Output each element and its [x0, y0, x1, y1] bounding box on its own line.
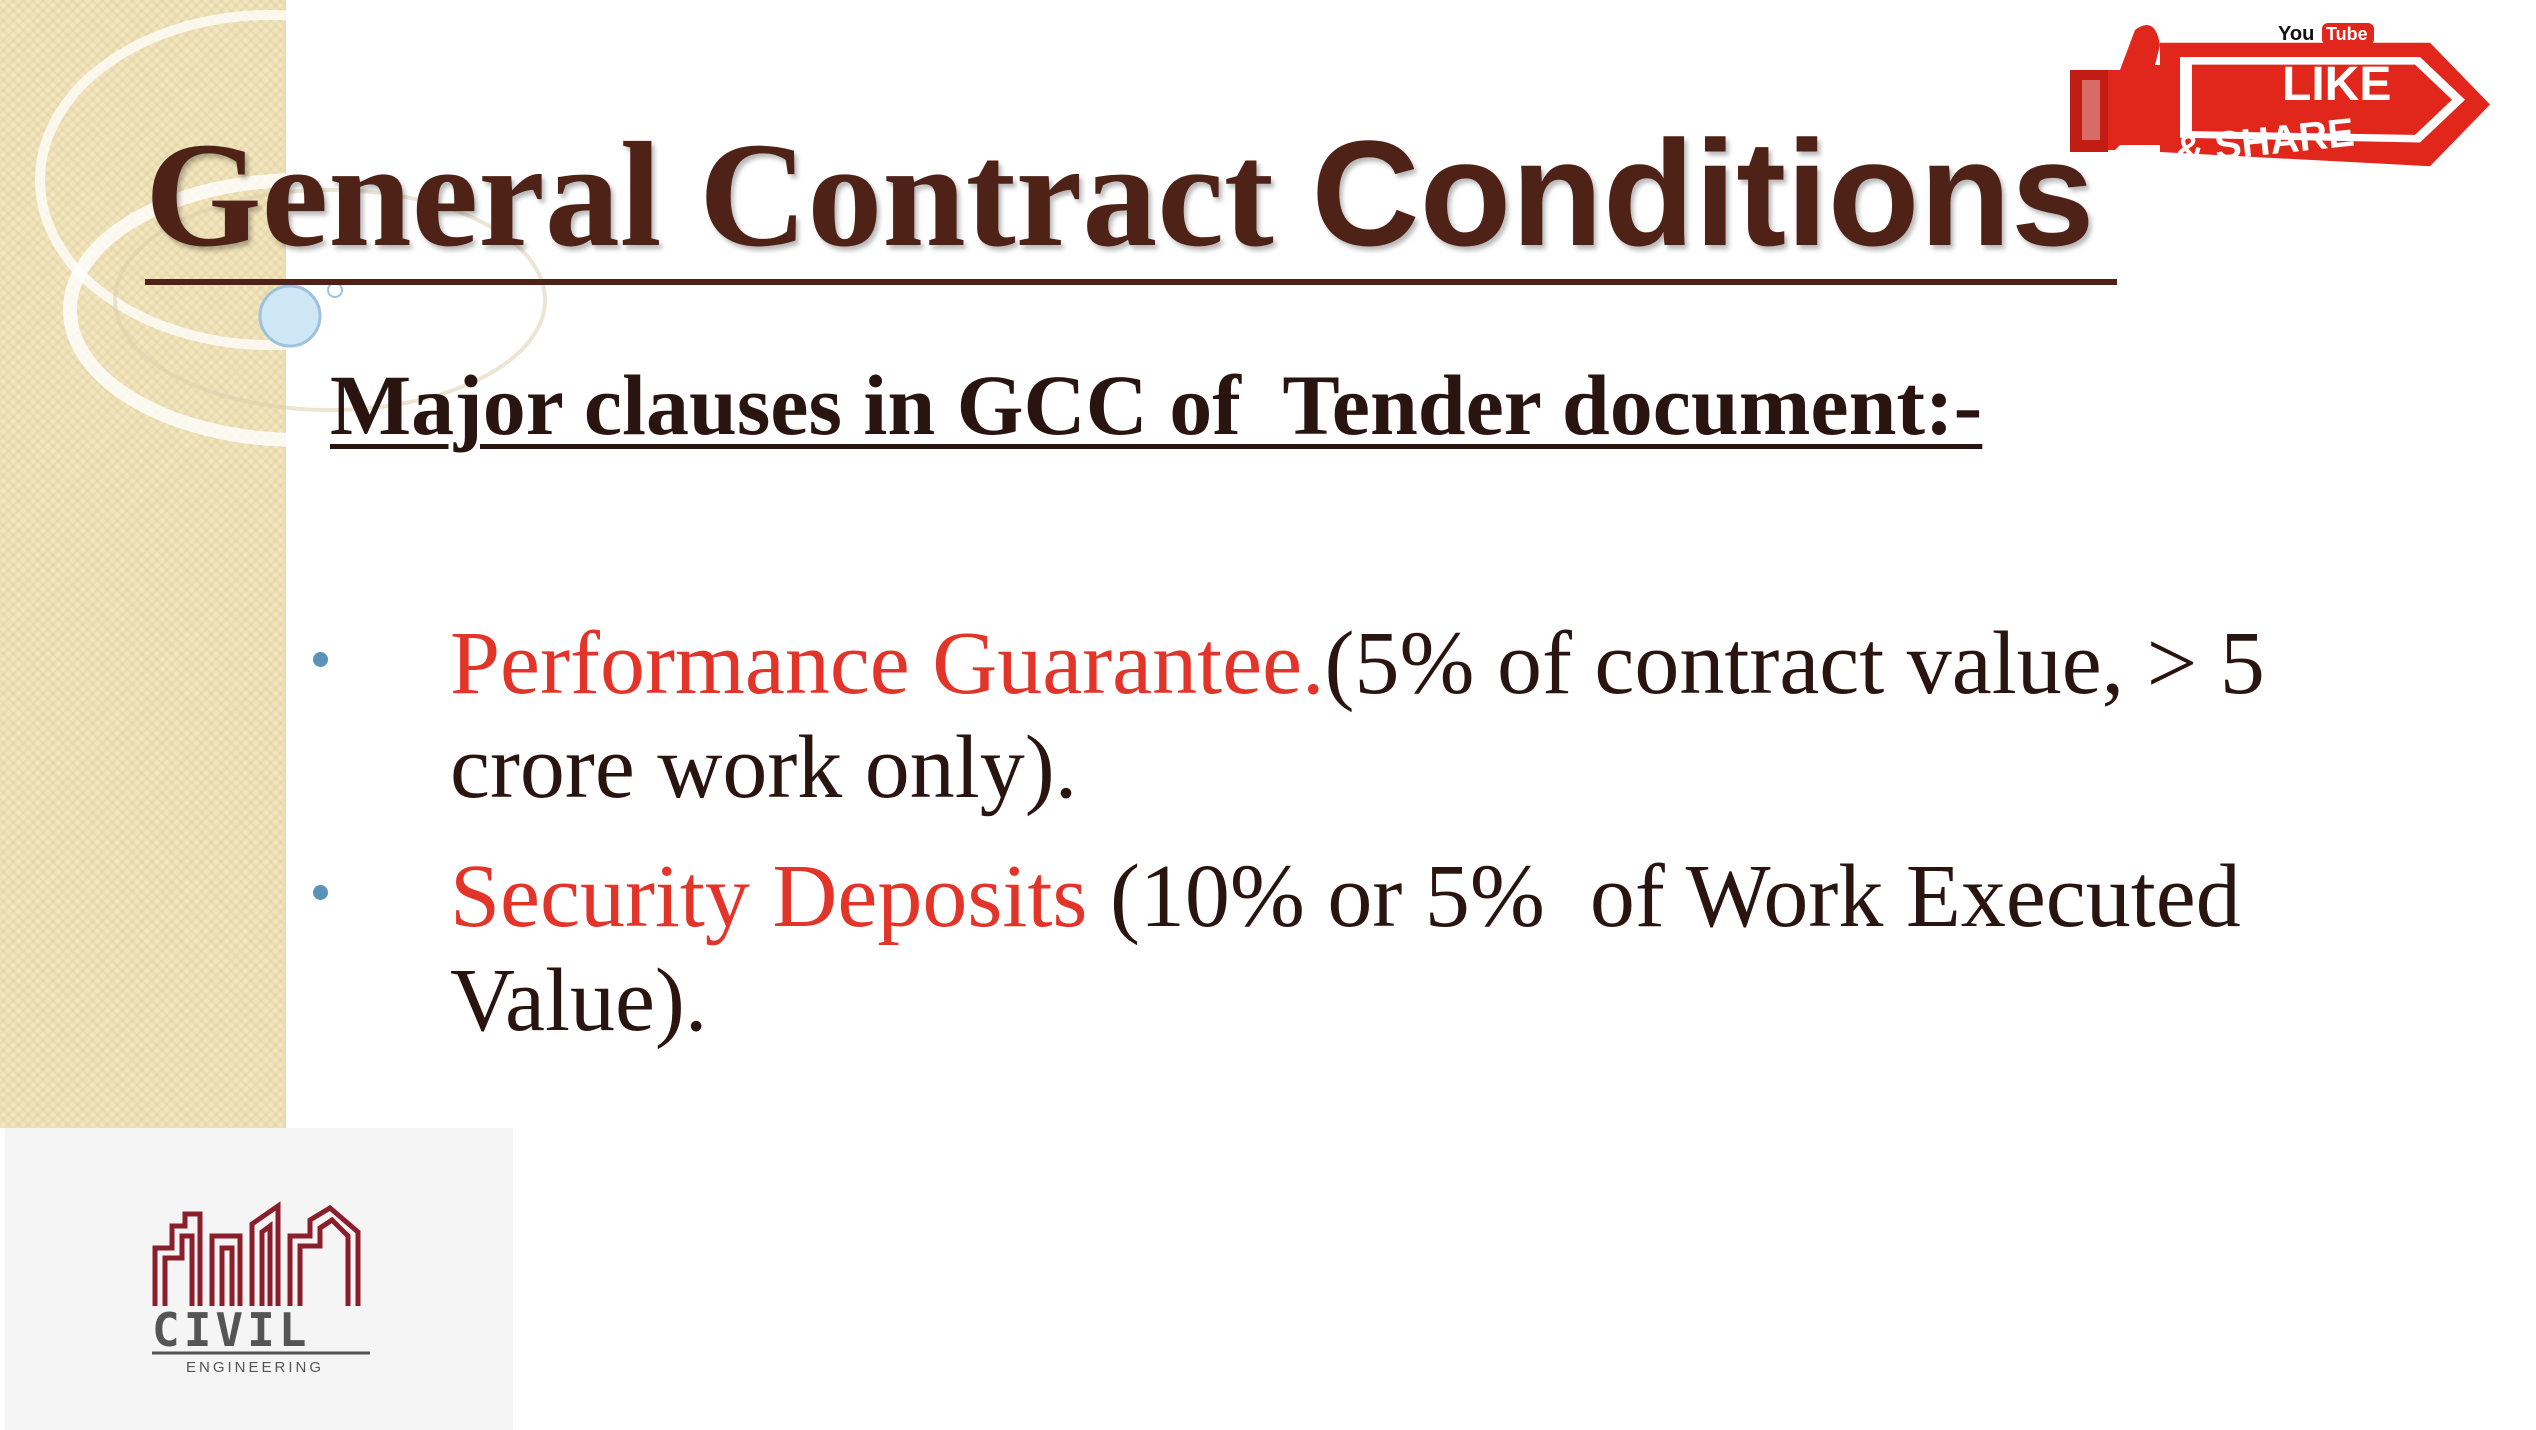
slide-title-part2: Conditions — [1311, 109, 2095, 277]
logo-name: CIVIL — [152, 1303, 310, 1357]
title-underline — [145, 279, 2117, 285]
bullet-item-security-deposits: Security Deposits (10% or 5% of Work Exe… — [450, 845, 2410, 1053]
youtube-like-share-badge: You Tube LIKE & SHARE — [2070, 23, 2490, 173]
slide-title-part1: General Contract — [145, 112, 1312, 278]
building-skyline-icon — [152, 1201, 361, 1306]
civil-engineering-logo: CIVIL ENGINEERING — [152, 1201, 370, 1376]
slide-title: General Contract Conditions — [145, 118, 2145, 270]
bullet-item-performance-guarantee: Performance Guarantee.(5% of contract va… — [450, 612, 2410, 820]
logo-tagline: ENGINEERING — [186, 1359, 324, 1376]
bullet-dot-icon — [313, 885, 328, 900]
bullet-highlight: Security Deposits — [450, 847, 1088, 946]
bullet-highlight: Performance Guarantee. — [450, 614, 1325, 713]
youtube-brand-you: You — [2278, 23, 2314, 45]
bullet-dot-icon — [313, 652, 328, 667]
badge-like-text: LIKE — [2282, 58, 2391, 111]
youtube-brand-tube: Tube — [2326, 24, 2368, 44]
slide: General Contract Conditions Major clause… — [0, 0, 2536, 1430]
slide-subtitle: Major clauses in GCC of Tender document:… — [330, 357, 1983, 453]
